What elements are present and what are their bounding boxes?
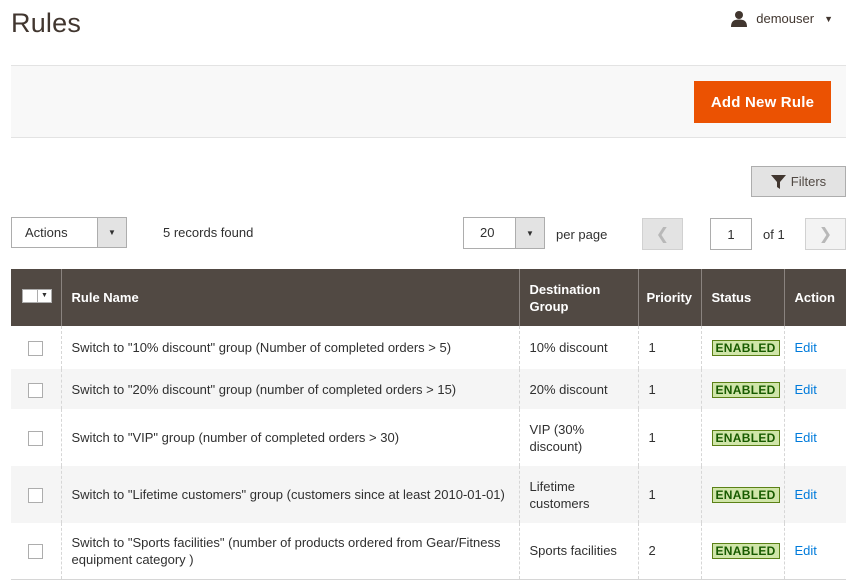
status-cell: ENABLED <box>700 326 784 369</box>
page-actions-bar: Add New Rule <box>11 65 846 138</box>
priority-cell: 2 <box>637 523 701 580</box>
status-cell: ENABLED <box>700 409 784 466</box>
destination-group-cell: Lifetime customers <box>518 466 638 523</box>
caret-down-icon: ▼ <box>824 13 833 24</box>
row-select-cell <box>11 326 61 369</box>
previous-page-button[interactable]: ❮ <box>642 218 683 250</box>
edit-link[interactable]: Edit <box>795 487 817 502</box>
priority-cell: 1 <box>637 466 701 523</box>
table-row: Switch to "10% discount" group (Number o… <box>11 326 846 369</box>
user-icon <box>731 11 748 27</box>
status-cell: ENABLED <box>700 369 784 409</box>
destination-group-cell: VIP (30% discount) <box>518 409 638 466</box>
table-row: Switch to "Sports facilities" (number of… <box>11 523 846 580</box>
user-menu[interactable]: demouser ▼ <box>730 10 833 27</box>
chevron-down-icon: ▼ <box>97 218 126 247</box>
row-select-cell <box>11 466 61 523</box>
action-cell: Edit <box>783 523 846 580</box>
mass-select-header[interactable]: ▼ <box>11 269 61 326</box>
chevron-down-icon: ▼ <box>38 288 52 303</box>
mass-actions-select[interactable]: Actions ▼ <box>11 217 127 248</box>
action-cell: Edit <box>783 409 846 466</box>
add-new-rule-button[interactable]: Add New Rule <box>694 81 831 123</box>
status-badge: ENABLED <box>711 487 780 503</box>
row-checkbox[interactable] <box>28 488 44 504</box>
rule-name-cell: Switch to "10% discount" group (Number o… <box>60 326 519 369</box>
action-cell: Edit <box>783 369 846 409</box>
rule-name-cell: Switch to "20% discount" group (number o… <box>60 369 519 409</box>
per-page-value: 20 <box>480 225 495 240</box>
rule-name-cell: Switch to "VIP" group (number of complet… <box>60 409 519 466</box>
records-found: 5 records found <box>163 225 254 240</box>
column-header-status[interactable]: Status <box>700 269 784 326</box>
status-badge: ENABLED <box>711 543 780 560</box>
chevron-right-icon: ❯ <box>818 226 833 243</box>
mass-actions-label: Actions <box>25 225 68 240</box>
status-cell: ENABLED <box>700 523 784 580</box>
total-pages-label: of 1 <box>763 227 785 242</box>
action-cell: Edit <box>783 466 846 523</box>
row-checkbox[interactable] <box>28 341 44 357</box>
row-checkbox[interactable] <box>28 382 44 398</box>
mass-select-checkbox[interactable]: ▼ <box>22 288 52 303</box>
priority-cell: 1 <box>637 326 701 369</box>
row-checkbox[interactable] <box>28 544 44 560</box>
priority-cell: 1 <box>637 409 701 466</box>
column-header-priority[interactable]: Priority <box>637 269 701 326</box>
row-select-cell <box>11 409 61 466</box>
edit-link[interactable]: Edit <box>795 543 817 558</box>
column-header-action: Action <box>783 269 846 326</box>
per-page-label: per page <box>556 227 608 242</box>
status-badge: ENABLED <box>711 381 780 398</box>
action-cell: Edit <box>783 326 846 369</box>
status-badge: ENABLED <box>711 430 780 446</box>
edit-link[interactable]: Edit <box>795 430 817 445</box>
chevron-down-icon: ▼ <box>515 218 544 248</box>
rule-name-cell: Switch to "Sports facilities" (number of… <box>60 523 519 580</box>
rules-grid: ▼ Rule Name Destination Group Priority S… <box>11 269 846 580</box>
chevron-left-icon: ❮ <box>655 226 670 243</box>
table-row: Switch to "20% discount" group (number o… <box>11 369 846 409</box>
filters-label: Filters <box>790 174 827 189</box>
row-select-cell <box>11 369 61 409</box>
status-cell: ENABLED <box>700 466 784 523</box>
user-name: demouser <box>756 11 815 26</box>
row-checkbox[interactable] <box>28 431 44 447</box>
page-title: Rules <box>11 8 82 38</box>
row-select-cell <box>11 523 61 580</box>
table-row: Switch to "VIP" group (number of complet… <box>11 409 846 466</box>
column-header-destination-group[interactable]: Destination Group <box>518 269 638 326</box>
status-badge: ENABLED <box>711 340 780 356</box>
priority-cell: 1 <box>637 369 701 409</box>
destination-group-cell: 20% discount <box>518 369 638 409</box>
filters-button[interactable]: Filters <box>751 166 846 197</box>
destination-group-cell: 10% discount <box>518 326 638 369</box>
edit-link[interactable]: Edit <box>795 382 817 397</box>
per-page-select[interactable]: 20 ▼ <box>463 217 545 249</box>
filter-icon <box>770 174 786 189</box>
current-page-input[interactable] <box>710 218 752 250</box>
destination-group-cell: Sports facilities <box>518 523 638 580</box>
edit-link[interactable]: Edit <box>795 340 817 355</box>
table-row: Switch to "Lifetime customers" group (cu… <box>11 466 846 523</box>
rule-name-cell: Switch to "Lifetime customers" group (cu… <box>60 466 519 523</box>
column-header-rule-name[interactable]: Rule Name <box>60 269 519 326</box>
grid-header-row: ▼ Rule Name Destination Group Priority S… <box>11 269 846 326</box>
next-page-button[interactable]: ❯ <box>805 218 846 250</box>
